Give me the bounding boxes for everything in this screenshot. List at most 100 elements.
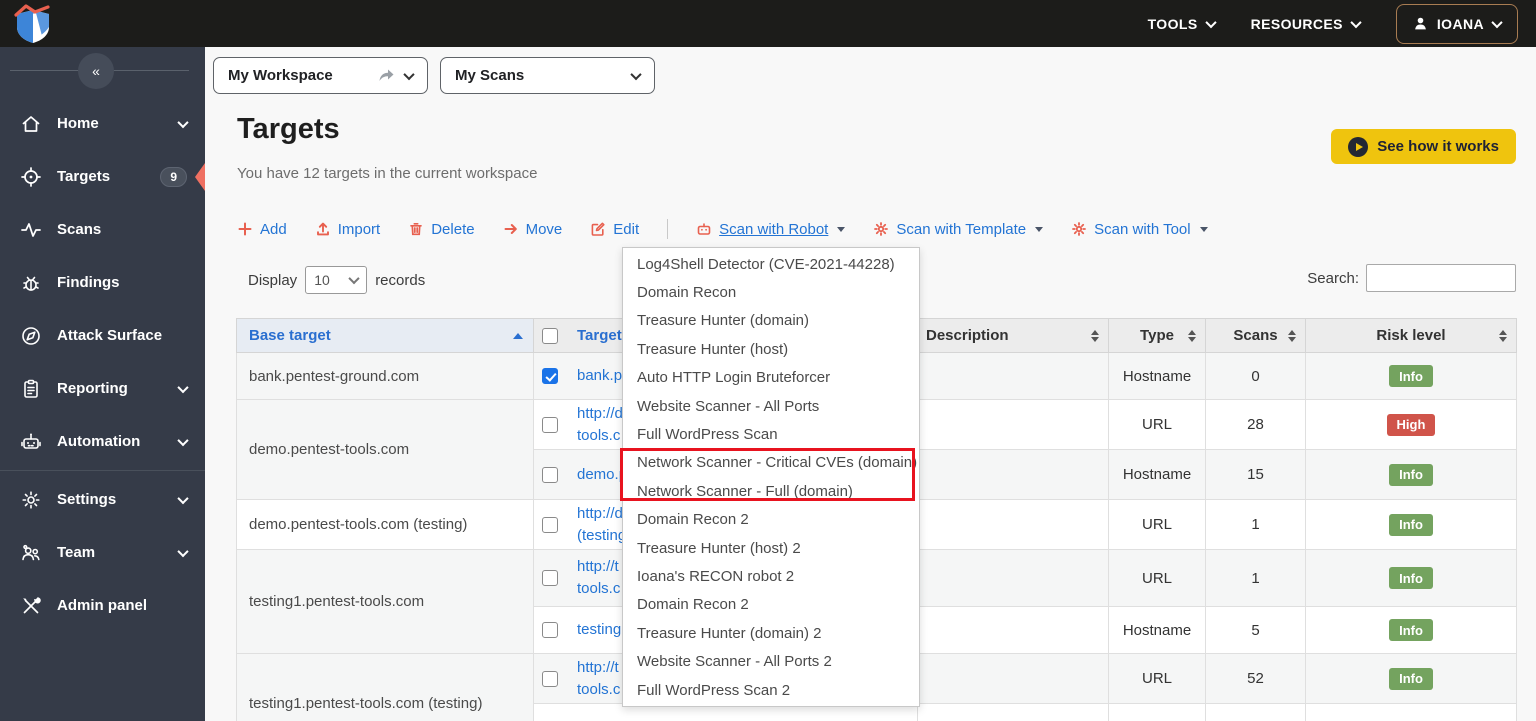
risk-cell: Info: [1305, 653, 1517, 704]
scan-with-template-button[interactable]: Scan with Template: [873, 220, 1044, 238]
page-subtitle: You have 12 targets in the current works…: [237, 165, 538, 182]
robot-menu-item[interactable]: Log4Shell Detector (CVE-2021-44228): [623, 250, 919, 278]
chevron-down-icon: [1491, 16, 1503, 28]
type-cell: URL: [1108, 549, 1206, 607]
workspace-selector[interactable]: My Workspace: [213, 57, 428, 94]
row-checkbox[interactable]: [542, 516, 558, 533]
row-checkbox[interactable]: [542, 570, 558, 586]
robot-menu-item[interactable]: Website Scanner - All Ports 2: [623, 647, 919, 675]
chevron-down-icon: [177, 381, 189, 393]
robot-menu-item[interactable]: Full WordPress Scan: [623, 420, 919, 448]
target-link[interactable]: bank.p: [577, 365, 622, 387]
gear-icon: [874, 222, 889, 236]
robot-menu-item[interactable]: Full WordPress Scan 2: [623, 676, 919, 704]
topbar: TOOLS RESOURCES IOANA: [0, 0, 1536, 47]
header-type[interactable]: Type: [1108, 318, 1206, 353]
display-count-value: 10: [314, 272, 330, 288]
sidebar-item-label: Admin panel: [57, 597, 148, 614]
row-checkbox[interactable]: [542, 670, 558, 687]
user-label: IOANA: [1436, 15, 1484, 32]
risk-badge: High: [1386, 413, 1436, 436]
target-link[interactable]: demo.p: [577, 464, 627, 486]
risk-cell: Info: [1305, 549, 1517, 607]
bug-icon: [23, 276, 39, 291]
robot-menu-item[interactable]: Website Scanner - All Ports: [623, 392, 919, 420]
robot-menu-item[interactable]: Domain Recon: [623, 278, 919, 306]
header-scans[interactable]: Scans: [1205, 318, 1306, 353]
robot-menu-item[interactable]: Network Scanner - Critical CVEs (domain): [623, 449, 919, 477]
sort-icon: [1188, 329, 1196, 342]
import-button[interactable]: Import: [315, 221, 380, 238]
header-risk-level[interactable]: Risk level: [1305, 318, 1517, 353]
chevron-down-icon: [1350, 16, 1362, 28]
delete-label: Delete: [431, 220, 475, 238]
robot-menu-item[interactable]: Domain Recon 2: [623, 506, 919, 534]
tools-label: TOOLS: [1147, 15, 1198, 32]
robot-menu-item[interactable]: Treasure Hunter (domain) 2: [623, 619, 919, 647]
sidebar-item-findings[interactable]: Findings: [0, 256, 205, 309]
risk-badge: Info: [1389, 463, 1433, 486]
sidebar-collapse-button[interactable]: «: [78, 53, 114, 89]
scans-selector-label: My Scans: [455, 67, 525, 84]
edit-button[interactable]: Edit: [590, 221, 639, 238]
robot-menu-item[interactable]: Treasure Hunter (host): [623, 335, 919, 363]
see-how-it-works-button[interactable]: See how it works: [1331, 129, 1516, 164]
pulse-icon: [21, 222, 41, 237]
scans-cell: 1: [1205, 499, 1306, 550]
robot-menu-item[interactable]: Treasure Hunter (host) 2: [623, 534, 919, 562]
user-menu-button[interactable]: IOANA: [1395, 3, 1518, 44]
sidebar-item-team[interactable]: Team: [0, 526, 205, 579]
sidebar: « Home Targets 9 Scans Findings Attack S…: [0, 47, 205, 721]
header-description[interactable]: Description: [917, 318, 1109, 353]
risk-badge: Info: [1389, 513, 1433, 536]
search-input[interactable]: [1366, 264, 1516, 292]
sidebar-item-reporting[interactable]: Reporting: [0, 362, 205, 415]
sidebar-item-targets[interactable]: Targets 9: [0, 150, 205, 203]
robot-menu-item[interactable]: Ioana's RECON robot 2: [623, 562, 919, 590]
sidebar-item-scans[interactable]: Scans: [0, 203, 205, 256]
robot-menu-item[interactable]: Treasure Hunter (domain): [623, 307, 919, 335]
search-label: Search:: [1307, 269, 1359, 287]
sidebar-item-home[interactable]: Home: [0, 97, 205, 150]
scan-with-template-label: Scan with Template: [896, 220, 1027, 238]
target-link[interactable]: http://t tools.c: [577, 657, 620, 701]
targets-toolbar: Add Import Delete Move Edit Scan with Ro…: [237, 219, 1208, 239]
header-base-target[interactable]: Base target: [236, 318, 534, 353]
risk-cell: Info: [1305, 449, 1517, 500]
tools-menu[interactable]: TOOLS: [1147, 15, 1217, 32]
sidebar-item-label: Findings: [57, 274, 120, 291]
sidebar-item-settings[interactable]: Settings: [0, 473, 205, 526]
target-link[interactable]: http://d (testing: [577, 503, 626, 547]
row-checkbox[interactable]: [542, 368, 558, 384]
scans-selector[interactable]: My Scans: [440, 57, 655, 94]
sidebar-item-automation[interactable]: Automation: [0, 415, 205, 468]
sidebar-item-label: Automation: [57, 433, 141, 450]
scan-with-tool-button[interactable]: Scan with Tool: [1071, 221, 1208, 238]
scan-with-robot-dropdown: Log4Shell Detector (CVE-2021-44228) Doma…: [622, 247, 920, 708]
target-link[interactable]: testing: [577, 619, 621, 641]
robot-menu-item[interactable]: Auto HTTP Login Bruteforcer: [623, 364, 919, 392]
sidebar-item-admin-panel[interactable]: Admin panel: [0, 579, 205, 632]
row-checkbox[interactable]: [542, 466, 558, 483]
add-button[interactable]: Add: [237, 221, 287, 238]
row-checkbox[interactable]: [542, 622, 558, 638]
robot-menu-item[interactable]: Network Scanner - Full (domain): [623, 477, 919, 505]
delete-button[interactable]: Delete: [408, 220, 475, 238]
target-link[interactable]: http://t tools.c: [577, 556, 620, 600]
robot-menu-item[interactable]: Domain Recon 2: [623, 591, 919, 619]
sidebar-item-label: Attack Surface: [57, 327, 163, 344]
pentest-tools-logo-icon[interactable]: [12, 3, 56, 45]
gear-icon: [22, 490, 40, 509]
arrow-right-icon: [504, 224, 517, 234]
sidebar-item-attack-surface[interactable]: Attack Surface: [0, 309, 205, 362]
select-all-checkbox[interactable]: [542, 327, 558, 344]
upload-icon: [316, 222, 329, 236]
move-button[interactable]: Move: [503, 221, 562, 238]
resources-menu[interactable]: RESOURCES: [1251, 16, 1362, 32]
row-checkbox[interactable]: [542, 416, 558, 433]
base-target-cell: testing1.pentest-tools.com: [236, 549, 534, 654]
target-link[interactable]: http://d tools.c: [577, 403, 623, 447]
scan-with-robot-button[interactable]: Scan with Robot: [696, 221, 846, 238]
display-count-select[interactable]: 10: [305, 266, 368, 294]
description-cell: [917, 653, 1109, 704]
